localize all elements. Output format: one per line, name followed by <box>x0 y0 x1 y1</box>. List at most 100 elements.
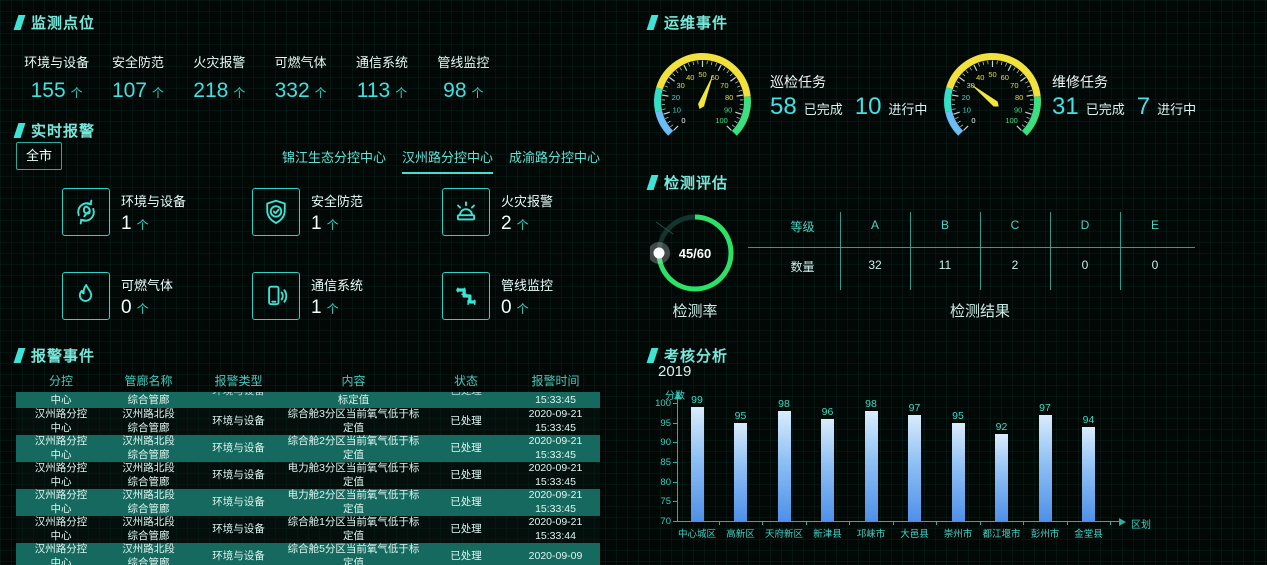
svg-text:50: 50 <box>988 70 996 79</box>
x-tick <box>1023 521 1024 525</box>
flame-icon <box>71 281 101 311</box>
table-cell: 2020-09-21 15:33:45 <box>511 435 600 462</box>
phone-icon <box>261 281 291 311</box>
monitor-point-value: 332个 <box>260 79 341 103</box>
alarm-type-unit: 个 <box>517 218 529 232</box>
monitor-point-unit: 个 <box>315 86 327 100</box>
y-tick-label: 70 <box>647 516 671 527</box>
alarm-type-icon-box <box>442 188 490 236</box>
svg-text:80: 80 <box>725 93 733 102</box>
monitor-point-item: 安全防范107个 <box>97 52 178 103</box>
alarm-type-value: 1个 <box>121 213 186 235</box>
table-cell: 汉州路分控 中心 <box>16 462 106 489</box>
gauge-stats: 58 已完成 10 进行中 <box>770 93 927 121</box>
x-tick <box>762 521 763 525</box>
alarm-type-unit: 个 <box>327 218 339 232</box>
column-header: 报警时间 <box>511 372 600 389</box>
section-title-text: 实时报警 <box>31 120 95 141</box>
y-tick <box>673 442 677 443</box>
monitor-point-unit: 个 <box>472 86 484 100</box>
y-tick <box>673 521 677 522</box>
x-tick <box>1067 521 1068 525</box>
alarm-type-value: 0个 <box>121 297 173 319</box>
alarm-type-label: 火灾报警 <box>501 191 553 210</box>
table-divider-horizontal <box>748 247 1195 248</box>
table-cell: 环境与设备 <box>191 516 286 543</box>
alarm-type-label: 环境与设备 <box>121 191 186 210</box>
tab-control-center-1[interactable]: 汉州路分控中心 <box>402 147 493 174</box>
monitor-point-value: 218个 <box>179 79 260 103</box>
svg-text:80: 80 <box>1015 93 1023 102</box>
monitor-point-unit: 个 <box>152 86 164 100</box>
table-cell: 综合舱2分区当前氧气低于标 定值 <box>286 435 421 462</box>
table-cell: 环境与设备 <box>191 408 286 435</box>
y-tick-label: 80 <box>647 477 671 488</box>
assessment-bar-chart: 分数区划10095908580757099中心城区95高新区98天府新区96新津… <box>645 388 1255 565</box>
grade-header-cell: C <box>980 218 1050 232</box>
section-title-alarm-events: 报警事件 <box>16 345 95 366</box>
tab-control-center-0[interactable]: 锦江生态分控中心 <box>282 147 386 174</box>
table-cell: 汉州路北段 综合管廊 <box>106 489 191 516</box>
y-tick <box>673 482 677 483</box>
x-tick <box>719 521 720 525</box>
alarm-type-item: 通信系统1个 <box>252 272 363 320</box>
grade-count-cell: 0 <box>1120 258 1190 272</box>
grade-header-cell: 等级 <box>765 218 840 235</box>
title-slash-icon <box>14 348 26 363</box>
table-cell: 汉州路北段 综合管廊 <box>106 543 191 565</box>
monitor-point-item: 可燃气体332个 <box>260 52 341 103</box>
city-button[interactable]: 全市 <box>16 142 62 170</box>
monitor-point-unit: 个 <box>71 86 83 100</box>
alarm-type-unit: 个 <box>517 302 529 316</box>
table-cell: 汉州路北段 综合管廊 <box>106 462 191 489</box>
alarm-type-label: 可燃气体 <box>121 275 173 294</box>
svg-text:40: 40 <box>686 73 694 82</box>
shield-icon <box>261 197 291 227</box>
alarm-type-label: 管线监控 <box>501 275 553 294</box>
active-count: 10 <box>855 93 882 121</box>
monitor-point-value: 113个 <box>341 79 422 103</box>
done-count: 58 <box>770 93 797 121</box>
bar <box>865 411 878 521</box>
monitor-point-label: 管线监控 <box>423 52 504 71</box>
table-cell: 环境与设备 <box>191 462 286 489</box>
table-row: 汉州路分控 中心汉州路北段 综合管廊环境与设备电力舱2分区当前氧气低于标 定值已… <box>16 489 600 516</box>
bar <box>995 434 1008 521</box>
alarm-type-icon-box <box>252 272 300 320</box>
bar-value-label: 92 <box>987 421 1017 433</box>
svg-text:30: 30 <box>676 81 684 90</box>
grade-header-cell: B <box>910 218 980 232</box>
grade-count-cell: 0 <box>1050 258 1120 272</box>
table-cell: 综合舱3分区当前氧气低于标 定值 <box>286 408 421 435</box>
svg-text:100: 100 <box>715 116 728 125</box>
y-tick-label: 85 <box>647 457 671 468</box>
table-cell: 2020-09-09 <box>511 543 600 565</box>
table-cell: 2020-09-21 15:33:45 <box>511 489 600 516</box>
ring-knob[interactable] <box>654 248 665 259</box>
svg-text:50: 50 <box>698 70 706 79</box>
alarm-type-unit: 个 <box>137 302 149 316</box>
x-tick <box>980 521 981 525</box>
bar <box>778 411 791 521</box>
tab-control-center-2[interactable]: 成渝路分控中心 <box>509 147 600 174</box>
column-header: 管廊名称 <box>106 372 191 389</box>
monitor-point-value: 98个 <box>423 79 504 103</box>
active-label: 进行中 <box>1157 99 1196 118</box>
y-tick-label: 95 <box>647 418 671 429</box>
svg-text:40: 40 <box>976 73 984 82</box>
svg-text:100: 100 <box>1005 116 1018 125</box>
x-axis-arrow <box>1119 518 1126 526</box>
done-count: 31 <box>1052 93 1079 121</box>
alarm-type-value: 0个 <box>501 297 553 319</box>
alarm-table-body[interactable]: 中心综合管廊环境与设备标定值已处理15:33:45汉州路分控 中心汉州路北段 综… <box>16 392 600 565</box>
monitor-point-item: 通信系统113个 <box>341 52 422 103</box>
table-cell: 已处理 <box>421 516 511 543</box>
svg-text:20: 20 <box>962 93 970 102</box>
section-title-assess: 检测评估 <box>649 172 728 193</box>
svg-text:0: 0 <box>681 116 685 125</box>
table-cell: 环境与设备 <box>191 543 286 565</box>
table-cell: 已处理 <box>421 462 511 489</box>
title-slash-icon <box>647 15 659 30</box>
bar <box>691 407 704 521</box>
table-cell: 综合舱1分区当前氧气低于标 定值 <box>286 516 421 543</box>
